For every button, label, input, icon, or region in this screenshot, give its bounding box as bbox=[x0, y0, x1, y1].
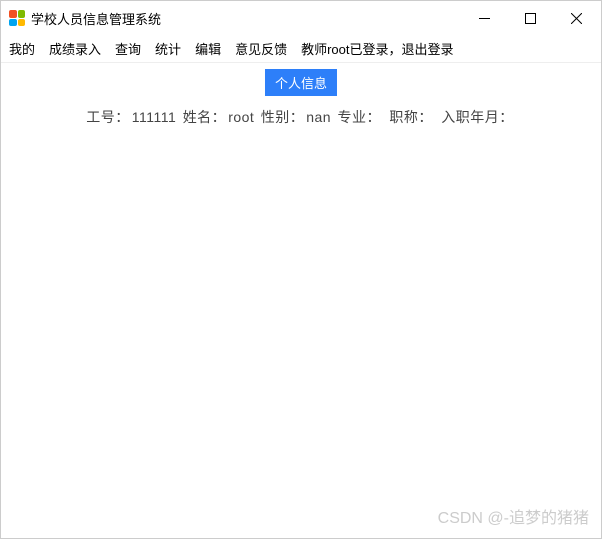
label-title: 职称： bbox=[389, 109, 433, 125]
personal-info-heading[interactable]: 个人信息 bbox=[265, 69, 337, 96]
titlebar: 学校人员信息管理系统 bbox=[1, 1, 601, 35]
info-row: 工号：111111 姓名：root 性别：nan 专业： 职称： 入职年月： bbox=[1, 107, 601, 127]
close-button[interactable] bbox=[553, 2, 599, 34]
content-area: 个人信息 工号：111111 姓名：root 性别：nan 专业： 职称： 入职… bbox=[1, 63, 601, 538]
login-status-logout[interactable]: 教师root已登录，退出登录 bbox=[301, 39, 453, 58]
value-gender: nan bbox=[306, 109, 331, 125]
menu-grade-entry[interactable]: 成绩录入 bbox=[49, 39, 101, 58]
value-name: root bbox=[228, 109, 254, 125]
minimize-button[interactable] bbox=[461, 2, 507, 34]
label-gender: 性别： bbox=[261, 109, 305, 125]
menu-query[interactable]: 查询 bbox=[115, 39, 141, 58]
app-icon bbox=[9, 10, 25, 26]
menu-my[interactable]: 我的 bbox=[9, 39, 35, 58]
label-major: 专业： bbox=[337, 109, 381, 125]
label-id: 工号： bbox=[86, 109, 130, 125]
menubar: 我的 成绩录入 查询 统计 编辑 意见反馈 教师root已登录，退出登录 bbox=[1, 35, 601, 63]
label-hire-date: 入职年月： bbox=[441, 109, 514, 125]
value-id: 111111 bbox=[132, 109, 177, 125]
label-name: 姓名： bbox=[183, 109, 227, 125]
maximize-button[interactable] bbox=[507, 2, 553, 34]
watermark: CSDN @-追梦的猪猪 bbox=[438, 504, 589, 528]
menu-edit[interactable]: 编辑 bbox=[195, 39, 221, 58]
menu-stats[interactable]: 统计 bbox=[155, 39, 181, 58]
window-title: 学校人员信息管理系统 bbox=[31, 9, 161, 28]
menu-feedback[interactable]: 意见反馈 bbox=[235, 39, 287, 58]
